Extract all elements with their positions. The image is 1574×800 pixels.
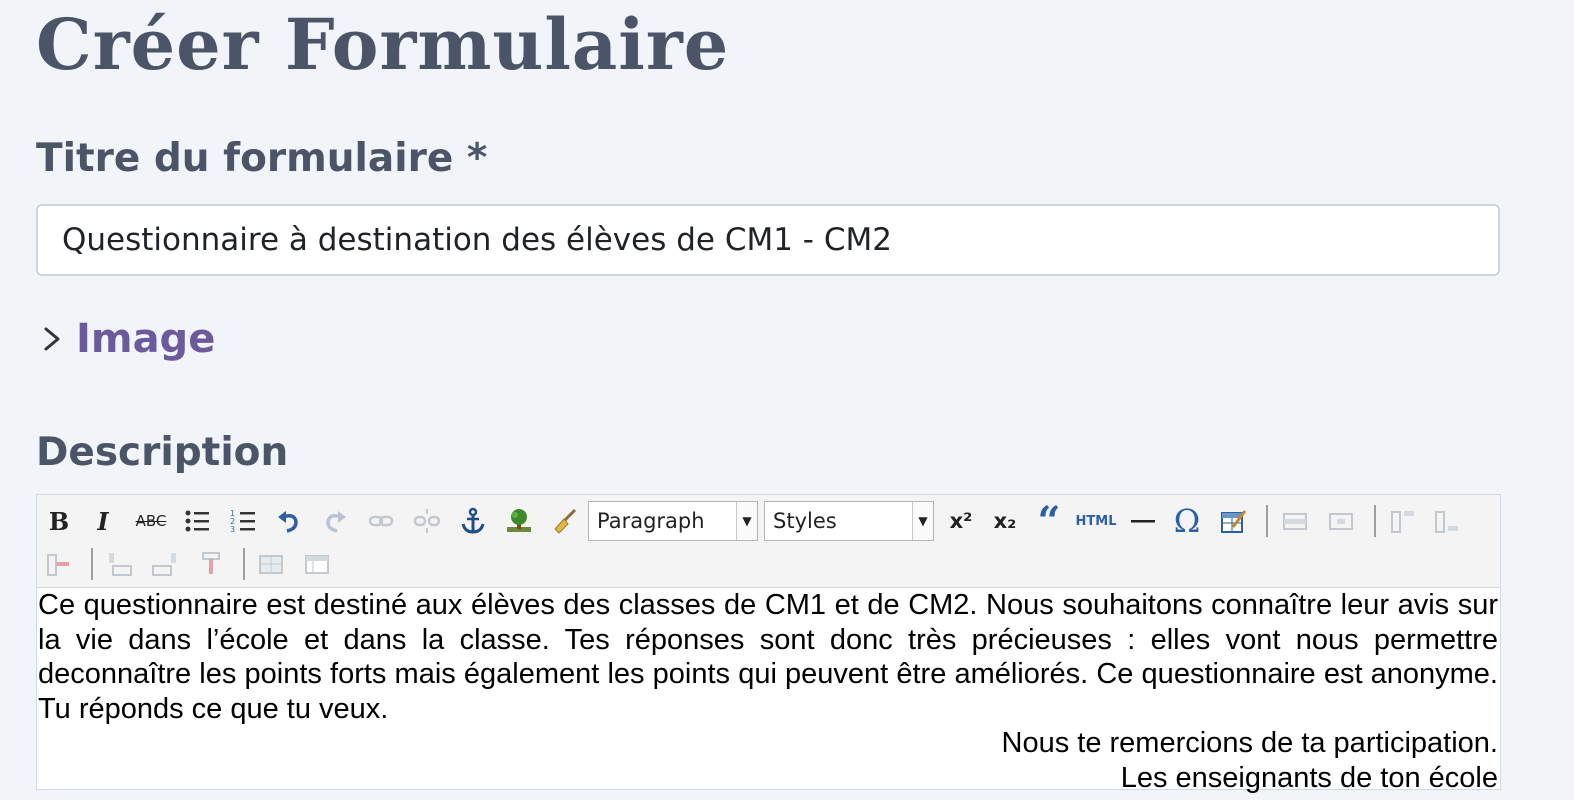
image-icon (507, 509, 531, 532)
anchor-button[interactable] (453, 500, 493, 542)
row-before-icon (1391, 511, 1414, 533)
merge-cells-icon (305, 555, 329, 574)
undo-button[interactable] (269, 500, 309, 542)
description-paragraph: Ce questionnaire est destiné aux élèves … (38, 589, 1498, 725)
anchor-icon (461, 507, 485, 534)
svg-text:3: 3 (230, 525, 235, 534)
insert-col-before-button[interactable] (99, 543, 139, 585)
row-after-icon (1435, 511, 1458, 533)
html-source-button[interactable]: HTML (1073, 500, 1119, 542)
split-cells-button[interactable] (251, 543, 291, 585)
toolbar-separator (1374, 505, 1376, 537)
col-before-icon (109, 553, 132, 576)
redo-icon (326, 511, 346, 533)
delete-col-button[interactable] (191, 543, 231, 585)
bullet-list-button[interactable] (177, 500, 217, 542)
chevron-down-icon: ▼ (912, 502, 933, 540)
styles-select-value: Styles (773, 509, 837, 533)
chevron-right-icon (44, 327, 60, 351)
description-editor[interactable]: B I ABC 123 Paragraph ▼ Styles ▼ x² x₂ “… (36, 494, 1501, 794)
table-row-icon (1283, 513, 1307, 530)
bold-button[interactable]: B (39, 500, 79, 542)
strikethrough-button[interactable]: ABC (129, 500, 173, 542)
insert-table-button[interactable] (1213, 500, 1253, 542)
link-icon (368, 515, 394, 527)
insert-col-after-button[interactable] (145, 543, 185, 585)
table-cell-icon (1329, 513, 1353, 530)
subscript-button[interactable]: x₂ (985, 500, 1025, 542)
editor-content[interactable]: Ce questionnaire est destiné aux élèves … (37, 588, 1500, 795)
bullet-list-icon (185, 510, 209, 532)
unlink-button[interactable] (407, 500, 447, 542)
image-section-toggle[interactable]: Image (38, 316, 215, 362)
format-select-value: Paragraph (597, 509, 705, 533)
delete-row-button[interactable] (39, 543, 79, 585)
chevron-down-icon: ▼ (736, 502, 757, 540)
merge-cells-button[interactable] (297, 543, 337, 585)
broom-icon (554, 508, 577, 534)
toolbar-separator (243, 548, 245, 580)
cleanup-button[interactable] (545, 500, 585, 542)
blockquote-button[interactable]: “ (1029, 497, 1069, 545)
undo-icon (278, 511, 298, 533)
table-edit-icon (1221, 510, 1247, 533)
styles-select[interactable]: Styles ▼ (764, 501, 934, 541)
horizontal-rule-icon (1131, 520, 1155, 523)
delete-col-icon (202, 552, 220, 574)
omega-icon: Ω (1173, 502, 1201, 540)
redo-button[interactable] (315, 500, 355, 542)
horizontal-rule-button[interactable] (1123, 500, 1163, 542)
thanks-line: Nous te remercions de ta participation. (1001, 727, 1498, 759)
numbered-list-icon: 123 (230, 509, 255, 534)
superscript-button[interactable]: x² (941, 500, 981, 542)
numbered-list-button[interactable]: 123 (223, 500, 263, 542)
italic-button[interactable]: I (83, 500, 123, 542)
insert-row-before-button[interactable] (1383, 500, 1423, 542)
toolbar-separator (1266, 505, 1268, 537)
form-title-label: Titre du formulaire * (36, 136, 488, 181)
table-cell-props-button[interactable] (1321, 500, 1361, 542)
special-char-button[interactable]: Ω (1167, 500, 1207, 542)
link-button[interactable] (361, 500, 401, 542)
format-select[interactable]: Paragraph ▼ (588, 501, 758, 541)
delete-row-icon (47, 554, 69, 576)
insert-row-after-button[interactable] (1427, 500, 1467, 542)
signature-line: Les enseignants de ton école (1120, 761, 1498, 794)
col-after-icon (152, 553, 176, 576)
insert-image-button[interactable] (499, 500, 539, 542)
toolbar-separator (91, 548, 93, 580)
description-label: Description (36, 430, 289, 475)
unlink-icon (413, 509, 441, 533)
image-section-label: Image (76, 316, 216, 362)
form-title-input[interactable] (36, 204, 1500, 276)
page-title: Créer Formulaire (36, 3, 730, 86)
editor-toolbar: B I ABC 123 Paragraph ▼ Styles ▼ x² x₂ “… (37, 495, 1500, 588)
split-cells-icon (259, 555, 283, 574)
table-row-props-button[interactable] (1275, 500, 1315, 542)
quote-icon: “ (1037, 497, 1061, 545)
